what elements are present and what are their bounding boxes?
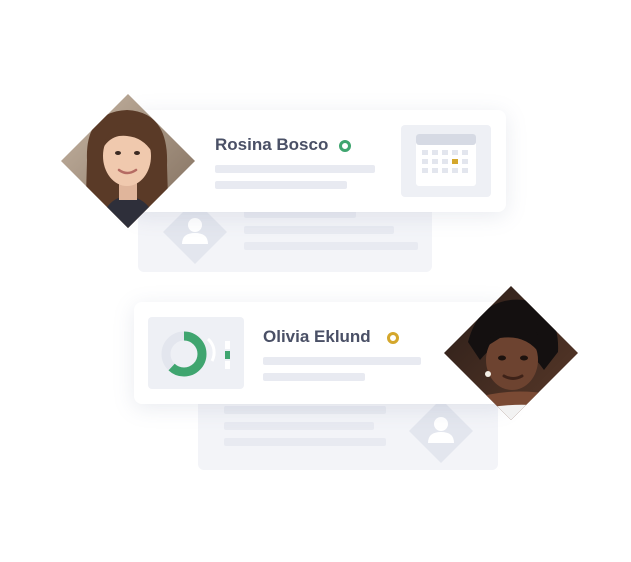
placeholder-line	[215, 181, 347, 189]
placeholder-line	[244, 226, 394, 234]
placeholder-line	[263, 357, 421, 365]
status-indicator	[387, 332, 399, 344]
avatar	[61, 94, 195, 228]
placeholder-line	[215, 165, 375, 173]
placeholder-line	[224, 438, 386, 446]
placeholder-line	[244, 242, 418, 250]
contact-name: Olivia Eklund	[263, 327, 371, 346]
calendar-icon	[416, 134, 476, 186]
placeholder-line	[224, 406, 386, 414]
placeholder-line	[224, 422, 374, 430]
donut-chart-icon	[161, 331, 230, 377]
chart-widget[interactable]	[148, 317, 244, 389]
placeholder-line	[263, 373, 365, 381]
status-indicator	[339, 140, 351, 152]
avatar	[444, 286, 578, 420]
calendar-widget[interactable]	[401, 125, 491, 197]
contact-name: Rosina Bosco	[215, 135, 329, 154]
